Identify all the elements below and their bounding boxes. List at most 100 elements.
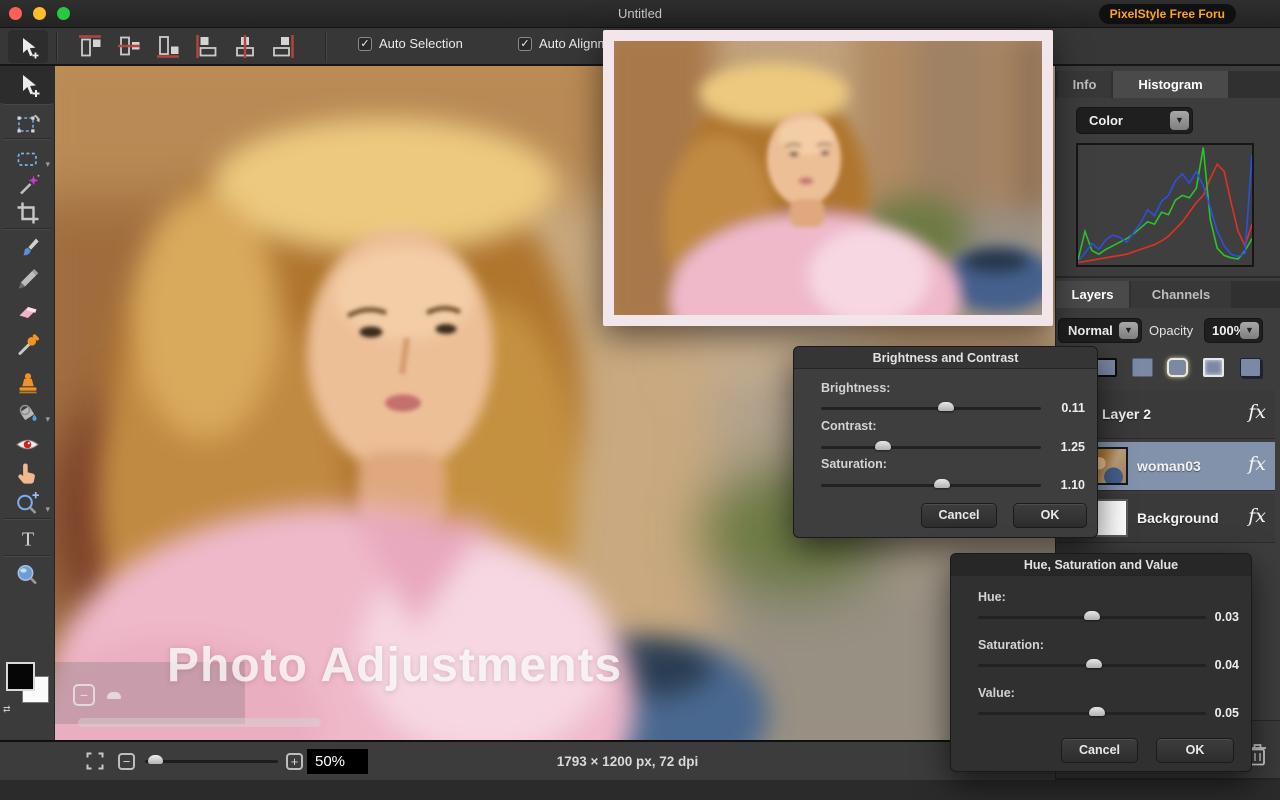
license-badge[interactable]: PixelStyle Free Foru (1099, 4, 1236, 24)
brightness-slider-thumb[interactable] (938, 402, 954, 411)
minus-box-icon: − (73, 684, 95, 706)
saturation-value: 1.10 (1039, 478, 1085, 492)
red-eye-tool-icon (14, 431, 41, 458)
contrast-slider[interactable] (821, 446, 1041, 449)
ok-button[interactable]: OK (1013, 503, 1087, 528)
histogram-channel-select[interactable]: Color ▼ (1076, 107, 1193, 134)
move-tool-icon (15, 72, 41, 98)
tool-eraser[interactable] (0, 292, 55, 326)
value-slider[interactable] (978, 712, 1206, 715)
chevron-down-icon: ▼ (1240, 322, 1259, 339)
tools-separator (4, 228, 51, 229)
blend-mode-select[interactable]: Normal ▼ (1058, 318, 1142, 343)
saturation-slider[interactable] (821, 484, 1041, 487)
tab-layers[interactable]: Layers (1056, 281, 1129, 308)
preview-photo-image (614, 41, 1042, 315)
tool-eyedropper[interactable] (0, 328, 55, 362)
hue-slider-thumb[interactable] (1084, 611, 1100, 620)
foreground-color-swatch[interactable] (6, 662, 35, 691)
tool-pencil[interactable] (0, 262, 55, 296)
smudge-finger-tool-icon (14, 460, 41, 487)
ok-button[interactable]: OK (1156, 738, 1234, 763)
tool-paint-bucket[interactable]: ▾ (0, 397, 55, 431)
tool-smudge[interactable] (0, 456, 55, 490)
layer-style-button-2[interactable] (1132, 358, 1153, 377)
layer-effects-fx-icon[interactable]: fx (1248, 505, 1266, 527)
zoom-tool-icon (14, 562, 41, 589)
window-title: Untitled (0, 6, 1280, 21)
tool-zoom[interactable] (0, 558, 55, 592)
zoom-slider-thumb[interactable] (148, 755, 163, 764)
align-right-icon[interactable] (271, 34, 295, 59)
titlebar: Untitled PixelStyle Free Foru (0, 0, 1280, 28)
tool-brush[interactable] (0, 232, 55, 266)
value-slider-thumb[interactable] (1089, 707, 1105, 716)
saturation-slider-thumb[interactable] (934, 479, 950, 488)
preview-photo (614, 41, 1042, 315)
zoom-in-button[interactable]: + (286, 753, 303, 770)
saturation-label: Saturation: (978, 638, 1044, 652)
auto-selection-label: Auto Selection (379, 36, 463, 51)
opacity-select[interactable]: 100% ▼ (1204, 318, 1263, 343)
saturation-slider[interactable] (978, 664, 1206, 667)
paint-bucket-tool-icon (15, 401, 41, 427)
checkmark-icon: ✓ (358, 37, 372, 51)
tool-transform[interactable] (0, 106, 55, 140)
layer-style-button-4[interactable] (1203, 358, 1224, 377)
transform-tool-icon (14, 110, 41, 137)
fit-screen-icon[interactable] (86, 752, 104, 770)
tool-text[interactable]: T (0, 522, 55, 556)
layer-style-button-1[interactable] (1096, 358, 1117, 377)
layers-channels-tab-row: Layers Channels (1056, 281, 1280, 308)
saturation-slider-thumb[interactable] (1086, 659, 1102, 668)
window-bottom-strip (0, 780, 1280, 800)
eyedropper-tool-icon (15, 332, 41, 358)
status-bar: − + 50% 1793 × 1200 px, 72 dpi (0, 740, 1055, 780)
tool-crop[interactable] (0, 196, 55, 230)
zoom-out-button[interactable]: − (118, 753, 135, 770)
chevron-down-icon: ▼ (1170, 111, 1189, 130)
preview-window[interactable] (603, 30, 1053, 326)
zoom-level-field[interactable]: 50% (307, 749, 368, 774)
align-top-icon[interactable] (78, 34, 102, 59)
brightness-slider[interactable] (821, 407, 1041, 410)
tab-info[interactable]: Info (1058, 71, 1111, 98)
align-left-icon[interactable] (195, 34, 219, 59)
value-value: 0.05 (1193, 706, 1239, 720)
cancel-button[interactable]: Cancel (1061, 738, 1138, 763)
cancel-button[interactable]: Cancel (921, 503, 997, 528)
layer-effects-fx-icon[interactable]: fx (1248, 453, 1266, 475)
panel-divider (1056, 276, 1280, 278)
checkmark-icon: ✓ (518, 37, 532, 51)
align-center-vertical-icon[interactable] (233, 34, 257, 59)
align-middle-horizontal-icon[interactable] (117, 34, 141, 59)
move-tool-option-button[interactable] (8, 30, 48, 63)
saturation-value: 0.04 (1193, 658, 1239, 672)
tool-zoom-in[interactable]: ▾ (0, 487, 55, 521)
pencil-tool-icon (15, 266, 41, 292)
swap-colors-icon[interactable]: ⇄ (3, 704, 11, 715)
tool-clone-stamp[interactable] (0, 366, 55, 400)
layer-style-button-5[interactable] (1240, 358, 1261, 377)
contrast-slider-thumb[interactable] (875, 441, 891, 450)
hue-value: 0.03 (1193, 610, 1239, 624)
hue-label: Hue: (978, 590, 1006, 604)
tab-histogram[interactable]: Histogram (1113, 71, 1228, 98)
align-bottom-icon[interactable] (156, 34, 180, 59)
auto-selection-checkbox[interactable]: ✓ Auto Selection (358, 36, 463, 51)
pixelstyle-window: Untitled PixelStyle Free Foru (0, 0, 1280, 800)
brightness-value: 0.11 (1039, 401, 1085, 415)
brightness-label: Brightness: (821, 381, 890, 395)
tab-channels[interactable]: Channels (1131, 281, 1231, 308)
histogram-panel (1076, 143, 1254, 267)
zoom-slider[interactable] (145, 760, 278, 763)
hue-slider[interactable] (978, 616, 1206, 619)
layer-effects-fx-icon[interactable]: fx (1248, 401, 1266, 423)
tools-separator (4, 103, 51, 104)
contrast-value: 1.25 (1039, 440, 1085, 454)
layer-style-button-3[interactable] (1167, 358, 1188, 377)
tool-move[interactable] (0, 66, 55, 103)
blend-mode-value: Normal (1068, 323, 1113, 338)
color-swatches: ⇄ (0, 660, 55, 720)
horizontal-scrollbar[interactable] (78, 718, 321, 727)
